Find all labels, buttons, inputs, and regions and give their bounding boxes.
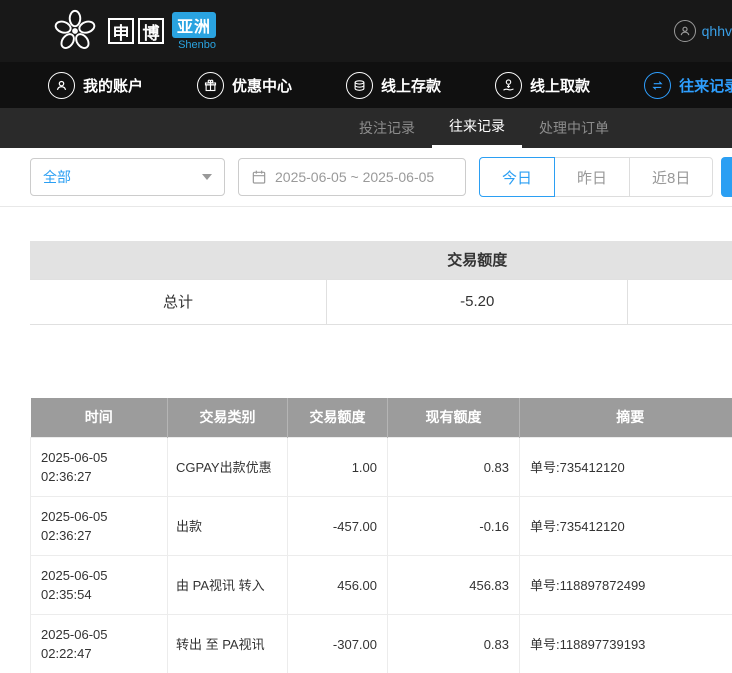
coins-icon xyxy=(346,72,373,99)
calendar-icon xyxy=(251,169,267,185)
user-avatar-icon xyxy=(674,20,696,42)
transfer-records-icon xyxy=(644,72,671,99)
table-cell: 1.00 xyxy=(288,438,388,497)
gift-icon xyxy=(197,72,224,99)
table-cell: 0.83 xyxy=(388,438,520,497)
summary-total-cutoff xyxy=(628,279,732,324)
logo-brand-text: Shenbo xyxy=(178,39,216,51)
records-header-balance: 现有额度 xyxy=(388,398,520,438)
top-header: 申 博 亚洲 Shenbo qhhv xyxy=(0,0,732,62)
summary-header-blank xyxy=(30,241,326,279)
records-header-row: 时间 交易类别 交易额度 现有额度 摘要 xyxy=(31,398,732,438)
table-cell: 单号:118897872499 xyxy=(520,556,732,615)
table-cell: 单号:735412120 xyxy=(520,438,732,497)
nav-item-withdrawal[interactable]: 线上取款 xyxy=(495,72,590,99)
table-row: 2025-06-05 02:36:27出款-457.00-0.16单号:7354… xyxy=(31,497,732,556)
type-filter-value: 全部 xyxy=(43,167,71,187)
nav-item-label: 优惠中心 xyxy=(232,75,292,96)
flower-logo-icon xyxy=(52,8,98,54)
nav-item-label: 我的账户 xyxy=(83,75,143,96)
nav-item-my-account[interactable]: 我的账户 xyxy=(48,72,143,99)
filter-bar: 全部 2025-06-05 ~ 2025-06-05 今日 昨日 近8日 xyxy=(0,148,732,207)
records-header-type: 交易类别 xyxy=(168,398,288,438)
records-header-summary: 摘要 xyxy=(520,398,732,438)
yesterday-button[interactable]: 昨日 xyxy=(554,157,630,197)
table-cell: 0.83 xyxy=(388,615,520,673)
table-cell: 单号:735412120 xyxy=(520,497,732,556)
table-row: 2025-06-05 02:22:47转出 至 PA视讯-307.000.83单… xyxy=(31,615,732,673)
user-icon xyxy=(48,72,75,99)
brand-logo[interactable]: 申 博 亚洲 Shenbo xyxy=(52,8,216,54)
type-filter-dropdown[interactable]: 全部 xyxy=(30,158,225,196)
tab-transaction-records[interactable]: 往来记录 xyxy=(432,108,522,148)
quick-date-button-group: 今日 昨日 近8日 xyxy=(479,157,713,197)
table-row: 2025-06-05 02:36:27CGPAY出款优惠1.000.83单号:7… xyxy=(31,438,732,497)
search-button[interactable] xyxy=(721,157,732,197)
records-table: 时间 交易类别 交易额度 现有额度 摘要 2025-06-05 02:36:27… xyxy=(30,398,732,673)
today-button[interactable]: 今日 xyxy=(479,157,555,197)
records-header-time: 时间 xyxy=(31,398,168,438)
nav-item-label: 往来记录 xyxy=(679,75,732,96)
summary-section: 交易额度 总计 -5.20 xyxy=(30,241,732,325)
summary-header-amount: 交易额度 xyxy=(326,241,628,279)
tab-betting-records[interactable]: 投注记录 xyxy=(342,108,432,148)
records-section: 时间 交易类别 交易额度 现有额度 摘要 2025-06-05 02:36:27… xyxy=(30,398,732,673)
username-text: qhhv xyxy=(702,23,732,39)
table-cell: -0.16 xyxy=(388,497,520,556)
date-range-input[interactable]: 2025-06-05 ~ 2025-06-05 xyxy=(238,158,466,196)
summary-header-cutoff xyxy=(628,241,732,279)
table-cell: CGPAY出款优惠 xyxy=(168,438,288,497)
table-cell: -307.00 xyxy=(288,615,388,673)
summary-header-row: 交易额度 xyxy=(30,241,732,279)
summary-table: 交易额度 总计 -5.20 xyxy=(30,241,732,325)
table-cell: 2025-06-05 02:35:54 xyxy=(31,556,168,615)
summary-total-value: -5.20 xyxy=(326,279,628,324)
last-8-days-button[interactable]: 近8日 xyxy=(629,157,713,197)
records-header-amount: 交易额度 xyxy=(288,398,388,438)
tab-processing-orders[interactable]: 处理中订单 xyxy=(522,108,626,148)
table-cell: 出款 xyxy=(168,497,288,556)
records-table-body: 2025-06-05 02:36:27CGPAY出款优惠1.000.83单号:7… xyxy=(31,438,732,673)
summary-total-row: 总计 -5.20 xyxy=(30,279,732,324)
table-cell: 由 PA视讯 转入 xyxy=(168,556,288,615)
table-cell: 单号:118897739193 xyxy=(520,615,732,673)
nav-item-transaction-records[interactable]: 往来记录 xyxy=(644,72,732,99)
main-navigation: 我的账户 优惠中心 线上存款 线上取款 xyxy=(0,62,732,108)
nav-item-deposit[interactable]: 线上存款 xyxy=(346,72,441,99)
chevron-down-icon xyxy=(202,174,212,180)
user-account-area[interactable]: qhhv xyxy=(674,0,732,62)
table-cell: 转出 至 PA视讯 xyxy=(168,615,288,673)
table-cell: 456.00 xyxy=(288,556,388,615)
records-tab-bar: 投注记录 往来记录 处理中订单 xyxy=(0,108,732,148)
nav-item-label: 线上取款 xyxy=(530,75,590,96)
table-cell: 456.83 xyxy=(388,556,520,615)
logo-char-shen: 申 xyxy=(108,18,134,44)
nav-item-label: 线上存款 xyxy=(381,75,441,96)
table-cell: -457.00 xyxy=(288,497,388,556)
table-cell: 2025-06-05 02:36:27 xyxy=(31,438,168,497)
table-cell: 2025-06-05 02:22:47 xyxy=(31,615,168,673)
logo-char-bo: 博 xyxy=(138,18,164,44)
logo-yazhou-badge: 亚洲 xyxy=(172,12,216,38)
table-cell: 2025-06-05 02:36:27 xyxy=(31,497,168,556)
summary-total-label: 总计 xyxy=(30,279,326,324)
withdraw-coin-icon xyxy=(495,72,522,99)
table-row: 2025-06-05 02:35:54由 PA视讯 转入456.00456.83… xyxy=(31,556,732,615)
date-range-value: 2025-06-05 ~ 2025-06-05 xyxy=(275,169,434,185)
nav-item-promotions[interactable]: 优惠中心 xyxy=(197,72,292,99)
